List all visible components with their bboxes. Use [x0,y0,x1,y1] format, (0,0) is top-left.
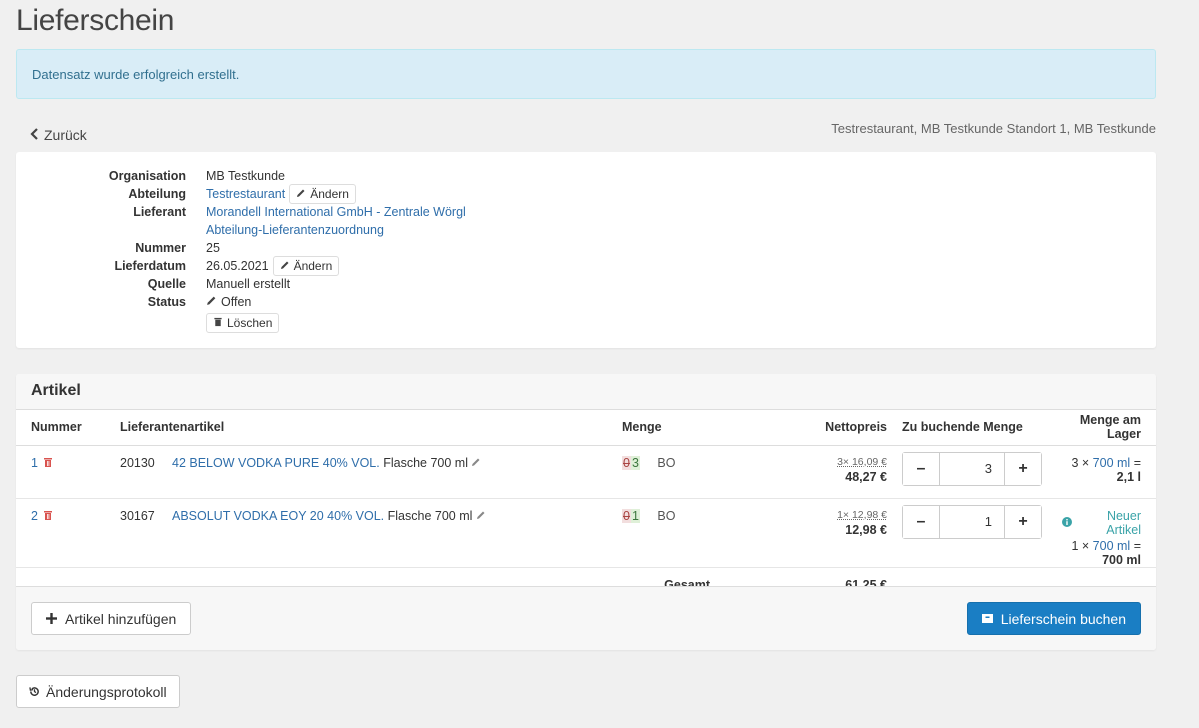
stock-count: 1 × [1071,538,1090,553]
position-number: 2 [31,508,38,523]
org-label: Organisation [108,169,186,183]
table-row: 2 30167 ABSOLUT VODKA EOY 20 40% VOL. Fl… [16,498,1156,567]
price-total: 48,27 € [845,469,887,484]
table-row: 1 20130 42 BELOW VODKA PURE 40% VOL. Fla… [16,445,1156,498]
quantity-stepper: – 1 + [902,504,1042,539]
add-article-button[interactable]: Artikel hinzufügen [31,602,192,635]
col-book-qty: Zu buchende Menge [902,420,1023,435]
supplier-number: 30167 [120,508,155,523]
new-article-badge: Neuer Artikel [1106,508,1141,537]
context-breadcrumb: Testrestaurant, MB Testkunde Standort 1,… [831,121,1156,136]
col-stock: Menge am Lager [1079,413,1141,442]
org-value: MB Testkunde [206,169,285,183]
increment-button[interactable]: + [1005,452,1041,485]
col-quantity: Menge [622,420,662,435]
book-qty-input[interactable]: 1 [939,505,1005,538]
delivery-note-info-panel: Organisation MB Testkunde Abteilung Test… [16,152,1156,348]
archive-icon [981,613,993,624]
unit-label: BO [657,508,676,523]
trash-icon[interactable] [43,457,53,471]
change-log-button[interactable]: Änderungsprotokoll [16,675,180,708]
quantity-old: 0 [622,455,631,470]
trash-icon[interactable] [43,510,53,524]
col-net-price: Nettopreis [825,420,887,435]
article-pack: Flasche 700 ml [383,455,468,470]
col-supplier-article: Lieferantenartikel [120,420,225,435]
dept-link[interactable]: Testrestaurant [206,187,285,201]
stock-unit-link[interactable]: 700 ml [1093,539,1131,553]
history-icon [29,686,40,697]
back-link[interactable]: Zurück [30,127,87,143]
chevron-left-icon [30,127,39,143]
source-label: Quelle [147,277,186,291]
articles-table: Nummer Lieferantenartikel Menge Nettopre… [16,410,1156,603]
back-label: Zurück [44,127,87,143]
pencil-icon [280,259,290,273]
articles-footer: Artikel hinzufügen Lieferschein buchen [16,586,1156,650]
pencil-icon [296,187,306,201]
assignment-link[interactable]: Abteilung-Lieferantenzuordnung [206,223,384,237]
article-link[interactable]: 42 BELOW VODKA PURE 40% VOL. [172,456,380,470]
position-number: 1 [31,455,38,470]
edit-dept-button[interactable]: Ändern [289,184,356,204]
stock-count: 3 × [1071,455,1090,470]
decrement-button[interactable]: – [903,505,939,538]
quantity-old: 0 [622,508,631,523]
articles-title: Artikel [16,374,1156,410]
plus-icon [46,613,57,624]
success-alert: Datensatz wurde erfolgreich erstellt. [16,49,1156,99]
alert-text: Datensatz wurde erfolgreich erstellt. [32,67,240,82]
supplier-link[interactable]: Morandell International GmbH - Zentrale … [206,205,466,219]
supplier-number: 20130 [120,455,155,470]
col-number: Nummer [31,420,82,435]
article-link[interactable]: ABSOLUT VODKA EOY 20 40% VOL. [172,509,384,523]
stock-total: 700 ml [1102,552,1141,567]
pencil-icon [206,295,217,309]
book-qty-input[interactable]: 3 [939,452,1005,485]
status-label: Status [147,295,186,309]
article-pack: Flasche 700 ml [387,508,473,523]
articles-panel: Artikel Nummer Lieferantenartikel Menge … [16,374,1156,650]
status-value: Offen [221,295,252,309]
supplier-label: Lieferant [133,205,186,219]
date-label: Lieferdatum [114,259,186,273]
unit-label: BO [657,455,676,470]
pencil-icon[interactable] [476,509,486,523]
increment-button[interactable]: + [1005,505,1041,538]
number-value: 25 [206,241,220,255]
decrement-button[interactable]: – [903,452,939,485]
price-total: 12,98 € [845,522,887,537]
page-title: Lieferschein [16,4,175,37]
trash-icon [213,316,223,330]
quantity-new: 1 [630,508,640,523]
date-value: 26.05.2021 [206,259,269,273]
price-calc: 1× 12,98 € [837,508,887,521]
info-circle-icon [1062,516,1072,530]
edit-date-button[interactable]: Ändern [272,256,340,276]
number-label: Nummer [135,241,186,255]
quantity-stepper: – 3 + [902,451,1042,486]
book-delivery-note-button[interactable]: Lieferschein buchen [966,602,1141,635]
stock-unit-link[interactable]: 700 ml [1093,456,1131,470]
delete-button[interactable]: Löschen [206,313,280,333]
pencil-icon[interactable] [471,456,481,470]
quantity-new: 3 [630,455,640,470]
price-calc: 3× 16,09 € [837,455,887,468]
stock-total: 2,1 l [1116,469,1141,484]
dept-label: Abteilung [128,187,186,201]
source-value: Manuell erstellt [206,277,291,291]
